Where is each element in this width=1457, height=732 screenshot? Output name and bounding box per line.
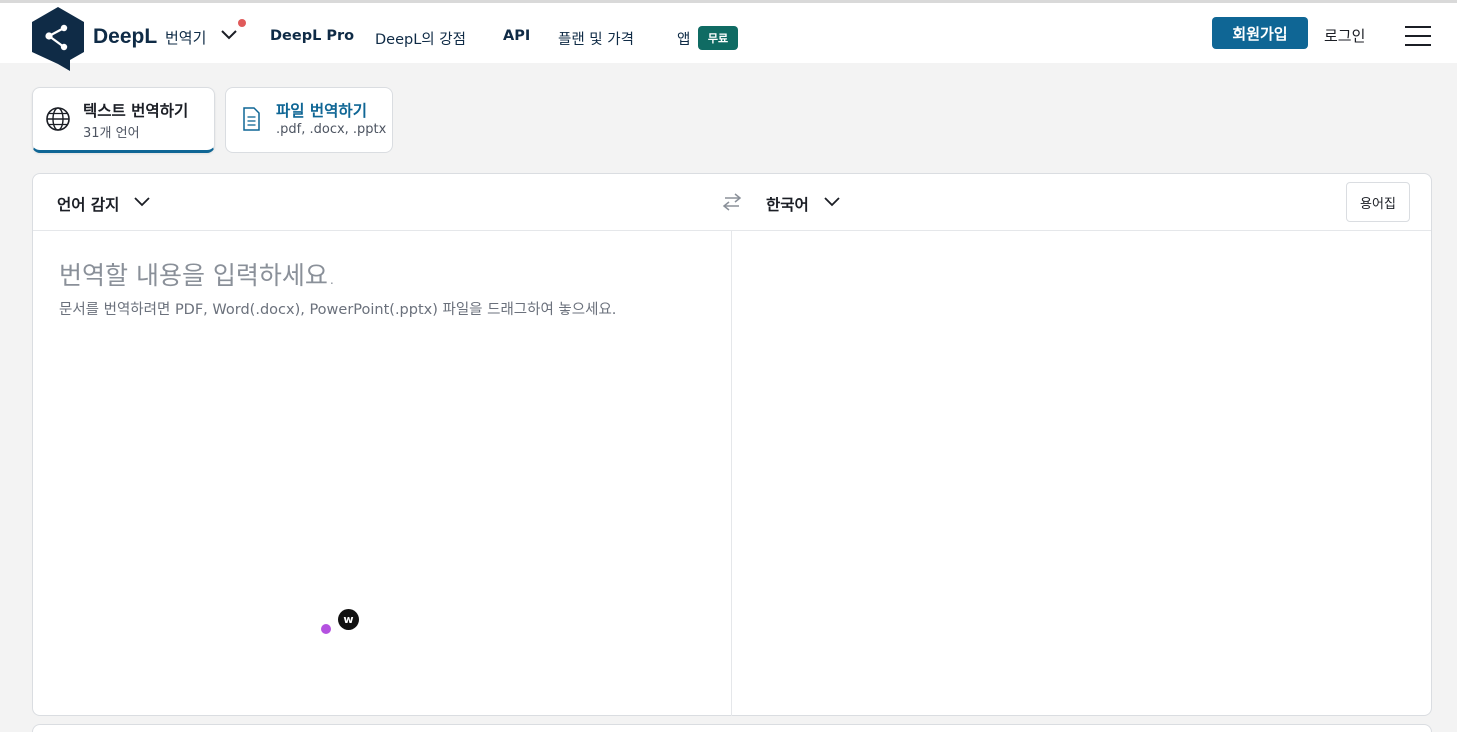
brand-name[interactable]: DeepL [93, 25, 157, 49]
language-bar: 언어 감지 한국어 용어집 [33, 174, 1431, 231]
deepl-logo-icon[interactable] [32, 7, 84, 71]
tab-text-translation[interactable]: 텍스트 번역하기 31개 언어 [32, 87, 215, 153]
notification-dot [238, 19, 246, 27]
signup-button[interactable]: 회원가입 [1212, 17, 1308, 49]
chevron-down-icon[interactable] [219, 28, 239, 42]
source-placeholder: 번역할 내용을 입력하세요. [59, 261, 336, 290]
login-link[interactable]: 로그인 [1324, 25, 1365, 46]
nav-deepl-pro[interactable]: DeepL Pro [270, 28, 354, 44]
next-section-card [32, 724, 1432, 732]
translator-panel: 언어 감지 한국어 용어집 번역할 내용을 입력하세요. 문서를 번역하려면 P… [32, 173, 1432, 716]
extension-w-icon[interactable]: w [338, 609, 359, 630]
document-icon [243, 107, 260, 131]
nav-pricing[interactable]: 플랜 및 가격 [558, 28, 634, 49]
tab-file-translation[interactable]: 파일 번역하기 .pdf, .docx, .pptx [225, 87, 393, 153]
chevron-down-icon[interactable] [823, 195, 841, 209]
extension-indicator-dot [321, 624, 331, 634]
glossary-button[interactable]: 용어집 [1346, 182, 1410, 222]
chevron-down-icon[interactable] [133, 195, 151, 209]
target-language-select[interactable]: 한국어 [766, 193, 809, 215]
hamburger-menu-icon[interactable] [1405, 26, 1431, 46]
tab-file-title: 파일 번역하기 [276, 102, 367, 120]
globe-icon [46, 107, 70, 131]
product-name[interactable]: 번역기 [165, 27, 206, 48]
source-text-input[interactable]: 번역할 내용을 입력하세요. 문서를 번역하려면 PDF, Word(.docx… [33, 231, 731, 716]
swap-languages-icon[interactable] [721, 191, 743, 213]
free-badge: 무료 [698, 26, 738, 50]
target-text-output[interactable] [732, 231, 1432, 716]
nav-strengths[interactable]: DeepL의 강점 [375, 28, 466, 49]
nav-api[interactable]: API [503, 28, 530, 44]
source-language-select[interactable]: 언어 감지 [57, 193, 119, 215]
tab-text-subtitle: 31개 언어 [83, 126, 140, 141]
tab-text-title: 텍스트 번역하기 [83, 102, 189, 120]
tab-file-subtitle: .pdf, .docx, .pptx [276, 122, 387, 137]
nav-apps[interactable]: 앱 [677, 28, 690, 49]
top-navigation: DeepL 번역기 DeepL Pro DeepL의 강점 API 플랜 및 가… [0, 3, 1457, 71]
drop-file-hint: 문서를 번역하려면 PDF, Word(.docx), PowerPoint(.… [59, 302, 617, 318]
